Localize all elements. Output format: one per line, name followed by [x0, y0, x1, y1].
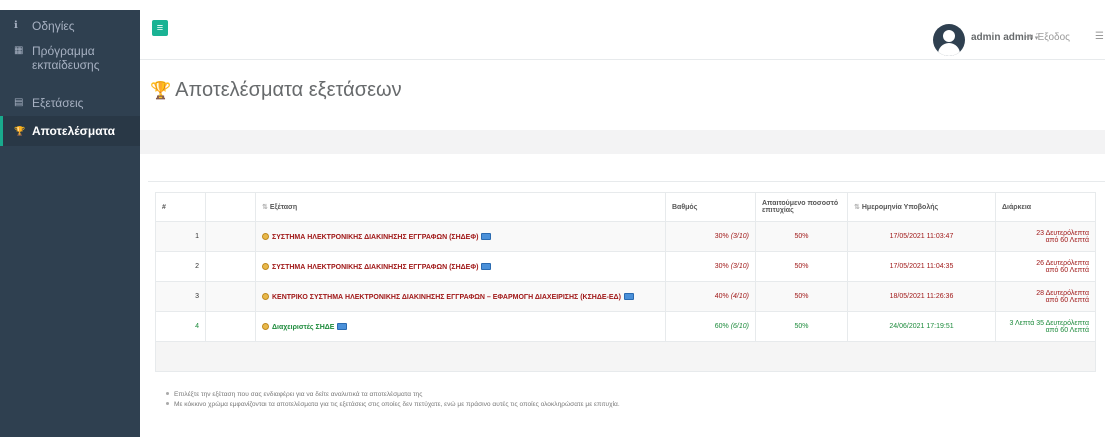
sidebar-item-label: Οδηγίες [32, 19, 75, 33]
table-row[interactable]: 3 ΚΕΝΤΡΙΚΟ ΣΥΣΤΗΜΑ ΗΛΕΚΤΡΟΝΙΚΗΣ ΔΙΑΚΙΝΗΣ… [155, 281, 1096, 312]
date-cell: 18/05/2021 11:26:36 [847, 281, 996, 312]
menu-toggle-button[interactable]: ≡ [152, 20, 168, 36]
sidebar-item-results[interactable]: 🏆 Αποτελέσματα [0, 116, 140, 146]
column-header-required[interactable]: Απαιτούμενο ποσοστό επιτυχίας [755, 192, 848, 222]
required-cell: 50% [755, 221, 848, 252]
sidebar-item-label: Εξετάσεις [32, 96, 84, 110]
exam-icon [262, 292, 269, 300]
exam-icon [262, 232, 269, 240]
user-name: admin admin [971, 32, 1033, 43]
date-cell: 24/06/2021 17:19:51 [847, 311, 996, 342]
exam-cell[interactable]: ΣΥΣΤΗΜΑ ΗΛΕΚΤΡΟΝΙΚΗΣ ΔΙΑΚΙΝΗΣΗΣ ΕΓΓΡΑΦΩΝ… [255, 221, 666, 252]
certificate-icon[interactable] [481, 262, 492, 270]
certificate-icon[interactable] [481, 232, 492, 240]
top-strip [0, 0, 1105, 10]
row-blank [205, 281, 256, 312]
top-navbar: ≡ admin admin ▾ ⇥ Έξοδος ☰ [140, 10, 1105, 60]
required-cell: 50% [755, 311, 848, 342]
calendar-icon: ▦ [14, 45, 24, 56]
table-row[interactable]: 2 ΣΥΣΤΗΜΑ ΗΛΕΚΤΡΟΝΙΚΗΣ ΔΙΑΚΙΝΗΣΗΣ ΕΓΓΡΑΦ… [155, 251, 1096, 282]
row-index: 4 [155, 311, 206, 342]
sidebar-item-label: Αποτελέσματα [32, 124, 115, 138]
logout-link[interactable]: ⇥ Έξοδος [1025, 32, 1070, 43]
certificate-icon[interactable] [623, 292, 634, 300]
column-header-grade[interactable]: Βαθμός [665, 192, 756, 222]
date-cell: 17/05/2021 11:04:35 [847, 251, 996, 282]
sidebar-item-training-schedule[interactable]: ▦ Πρόγραμμα εκπαίδευσης [0, 44, 140, 74]
avatar-body [938, 43, 960, 56]
table-footer-row [155, 341, 1096, 372]
row-index: 1 [155, 221, 206, 252]
logout-icon: ⇥ [1025, 32, 1034, 43]
exam-cell[interactable]: Διαχειριστές ΣΗΔΕ [255, 311, 666, 342]
table-row[interactable]: 1 ΣΥΣΤΗΜΑ ΗΛΕΚΤΡΟΝΙΚΗΣ ΔΙΑΚΙΝΗΣΗΣ ΕΓΓΡΑΦ… [155, 221, 1096, 252]
certificate-icon[interactable] [337, 322, 348, 330]
note-item: Επιλέξτε την εξέταση που σας ενδιαφέρει … [166, 390, 620, 400]
row-index: 2 [155, 251, 206, 282]
section-divider [140, 130, 1105, 154]
grade-cell: 40% (4/10) [665, 281, 756, 312]
table-row[interactable]: 4 Διαχειριστές ΣΗΔΕ 60% (6/10) 50% 24/06… [155, 311, 1096, 342]
info-icon: ℹ [14, 20, 18, 31]
sort-icon: ⇅ [262, 204, 268, 211]
grade-cell: 30% (3/10) [665, 221, 756, 252]
page-title-text: Αποτελέσματα εξετάσεων [175, 79, 402, 101]
date-cell: 17/05/2021 11:03:47 [847, 221, 996, 252]
duration-cell: 23 Δευτερόλεπτα από 60 Λεπτά [995, 221, 1096, 252]
bullet-icon [166, 392, 169, 395]
duration-cell: 28 Δευτερόλεπτα από 60 Λεπτά [995, 281, 1096, 312]
note-item: Με κόκκινο χρώμα εμφανίζονται τα αποτελέ… [166, 400, 620, 410]
column-header-blank [205, 192, 256, 222]
file-icon: ▤ [14, 97, 24, 108]
sidebar-item-exams[interactable]: ▤ Εξετάσεις [0, 96, 140, 112]
row-index: 3 [155, 281, 206, 312]
table-header-row: # ⇅ Εξέταση Βαθμός Απαιτούμενο ποσοστό επ… [155, 192, 1096, 222]
row-blank [205, 251, 256, 282]
column-header-index[interactable]: # [155, 192, 206, 222]
grade-cell: 30% (3/10) [665, 251, 756, 282]
sidebar: ℹ Οδηγίες ▦ Πρόγραμμα εκπαίδευσης ▤ Εξετ… [0, 10, 140, 437]
exam-link[interactable]: ΣΥΣΤΗΜΑ ΗΛΕΚΤΡΟΝΙΚΗΣ ΔΙΑΚΙΝΗΣΗΣ ΕΓΓΡΑΦΩΝ… [272, 234, 478, 241]
exam-link[interactable]: ΚΕΝΤΡΙΚΟ ΣΥΣΤΗΜΑ ΗΛΕΚΤΡΟΝΙΚΗΣ ΔΙΑΚΙΝΗΣΗΣ… [272, 294, 621, 301]
column-header-duration[interactable]: Διάρκεια [995, 192, 1096, 222]
exam-cell[interactable]: ΣΥΣΤΗΜΑ ΗΛΕΚΤΡΟΝΙΚΗΣ ΔΙΑΚΙΝΗΣΗΣ ΕΓΓΡΑΦΩΝ… [255, 251, 666, 282]
exam-cell[interactable]: ΚΕΝΤΡΙΚΟ ΣΥΣΤΗΜΑ ΗΛΕΚΤΡΟΝΙΚΗΣ ΔΙΑΚΙΝΗΣΗΣ… [255, 281, 666, 312]
column-header-exam[interactable]: ⇅ Εξέταση [255, 192, 666, 222]
page-heading: 🏆 Αποτελέσματα εξετάσεων [140, 60, 1105, 130]
required-cell: 50% [755, 281, 848, 312]
results-panel: # ⇅ Εξέταση Βαθμός Απαιτούμενο ποσοστό επ… [148, 154, 1105, 437]
exam-icon [262, 262, 269, 270]
avatar[interactable] [933, 24, 965, 56]
bullet-icon [166, 402, 169, 405]
help-notes: Επιλέξτε την εξέταση που σας ενδιαφέρει … [166, 390, 620, 410]
trophy-icon: 🏆 [150, 81, 172, 100]
grade-cell: 60% (6/10) [665, 311, 756, 342]
avatar-head [943, 30, 955, 42]
duration-cell: 3 Λεπτά 35 Δευτερόλεπτα από 60 Λεπτά [995, 311, 1096, 342]
page-title: 🏆 Αποτελέσματα εξετάσεων [150, 79, 402, 102]
sidebar-item-label: Πρόγραμμα εκπαίδευσης [32, 44, 100, 72]
exam-link[interactable]: Διαχειριστές ΣΗΔΕ [272, 324, 334, 331]
results-table: # ⇅ Εξέταση Βαθμός Απαιτούμενο ποσοστό επ… [155, 192, 1096, 372]
exam-link[interactable]: ΣΥΣΤΗΜΑ ΗΛΕΚΤΡΟΝΙΚΗΣ ΔΙΑΚΙΝΗΣΗΣ ΕΓΓΡΑΦΩΝ… [272, 264, 478, 271]
row-blank [205, 311, 256, 342]
sidebar-item-instructions[interactable]: ℹ Οδηγίες [0, 19, 140, 35]
exam-icon [262, 322, 269, 330]
row-blank [205, 221, 256, 252]
column-header-date[interactable]: ⇅ Ημερομηνία Υποβολής [847, 192, 996, 222]
logout-label: Έξοδος [1036, 32, 1070, 43]
panel-header [148, 154, 1105, 182]
duration-cell: 26 Δευτερόλεπτα από 60 Λεπτά [995, 251, 1096, 282]
trophy-icon: 🏆 [14, 126, 26, 136]
sort-icon: ⇅ [854, 204, 860, 211]
menu-icon[interactable]: ☰ [1095, 31, 1104, 42]
required-cell: 50% [755, 251, 848, 282]
